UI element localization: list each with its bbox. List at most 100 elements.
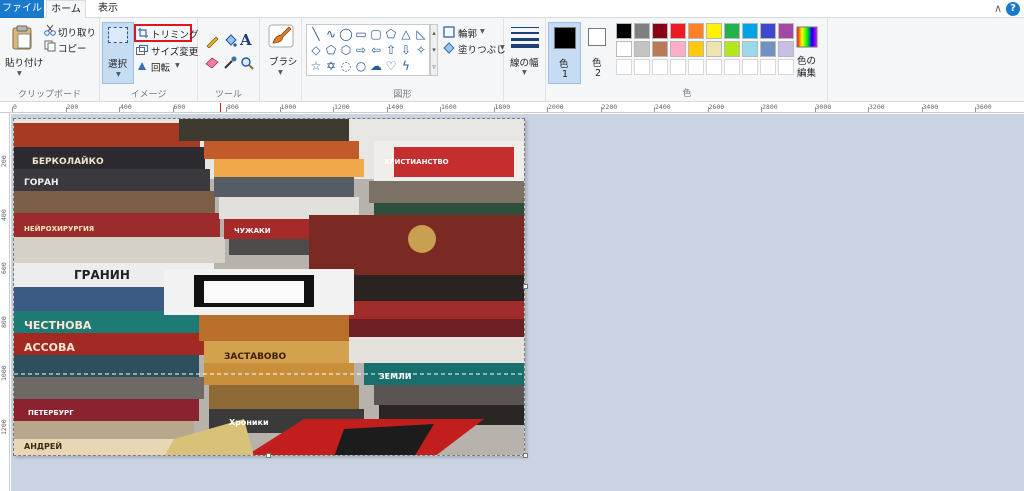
brush-button[interactable]: ブラシ: [269, 54, 297, 68]
custom-color-slot[interactable]: [706, 59, 722, 75]
palette-color-swatch[interactable]: [652, 41, 668, 57]
callout-cloud-shape-icon[interactable]: ☁: [369, 59, 383, 73]
canvas-resize-handle-bottom[interactable]: [266, 453, 271, 458]
select-button[interactable]: 選択 ▾: [102, 22, 134, 84]
polygon-shape-icon[interactable]: ⬠: [384, 27, 398, 41]
ruler-tick: [814, 107, 816, 112]
custom-color-slot[interactable]: [778, 59, 794, 75]
paste-dropdown-icon[interactable]: ▾: [17, 68, 22, 79]
outline-button[interactable]: 輪郭: [458, 26, 477, 40]
tab-home[interactable]: ホーム: [46, 0, 86, 19]
edit-colors-button[interactable]: 色の編集: [797, 56, 821, 80]
custom-color-slot[interactable]: [634, 59, 650, 75]
heart-shape-icon[interactable]: ♡: [384, 59, 398, 73]
rectangle-shape-icon[interactable]: ▭: [354, 27, 368, 41]
custom-color-slot[interactable]: [652, 59, 668, 75]
ruler-tick: [707, 107, 709, 112]
palette-color-swatch[interactable]: [634, 41, 650, 57]
triangle-shape-icon[interactable]: △: [399, 27, 413, 41]
help-icon[interactable]: ?: [1006, 2, 1020, 16]
down-arrow-shape-icon[interactable]: ⇩: [399, 43, 413, 57]
select-icon: [108, 27, 128, 43]
ruler-tick-label: 3200: [869, 103, 885, 111]
curve-shape-icon[interactable]: ∿: [324, 27, 338, 41]
right-triangle-shape-icon[interactable]: ◺: [414, 27, 428, 41]
tab-file[interactable]: ファイル: [0, 0, 44, 18]
rotate-button[interactable]: 回転: [151, 60, 170, 74]
hexagon-shape-icon[interactable]: ⬡: [339, 43, 353, 57]
color2-number: 2: [595, 68, 602, 79]
canvas-resize-handle-right[interactable]: [523, 284, 528, 289]
book-title: ПЕТЕРБУРГ: [28, 409, 74, 417]
cut-button[interactable]: 切り取り: [58, 25, 96, 39]
palette-color-swatch[interactable]: [688, 23, 704, 39]
right-arrow-shape-icon[interactable]: ⇨: [354, 43, 368, 57]
palette-color-swatch[interactable]: [652, 23, 668, 39]
tab-view[interactable]: 表示: [88, 0, 128, 18]
palette-color-swatch[interactable]: [742, 23, 758, 39]
palette-color-swatch[interactable]: [670, 23, 686, 39]
canvas-resize-handle[interactable]: [523, 453, 528, 458]
book-title: ЗАСТАВОВО: [224, 352, 286, 362]
paste-icon[interactable]: [10, 24, 34, 53]
text-tool-icon[interactable]: A: [240, 31, 252, 49]
outline-dropdown-icon[interactable]: ▾: [480, 26, 485, 37]
palette-color-swatch[interactable]: [724, 41, 740, 57]
line-width-icon[interactable]: [511, 26, 539, 51]
collapse-ribbon-icon[interactable]: ∧: [994, 2, 1002, 15]
palette-color-swatch[interactable]: [760, 41, 776, 57]
palette-color-swatch[interactable]: [760, 23, 776, 39]
palette-color-swatch[interactable]: [778, 23, 794, 39]
fill-button[interactable]: 塗りつぶし: [458, 42, 506, 56]
palette-color-swatch[interactable]: [616, 23, 632, 39]
left-arrow-shape-icon[interactable]: ⇦: [369, 43, 383, 57]
custom-color-slot[interactable]: [760, 59, 776, 75]
palette-color-swatch[interactable]: [742, 41, 758, 57]
line-width-dropdown-icon[interactable]: ▾: [522, 67, 527, 78]
color2-button[interactable]: 色 2: [583, 22, 613, 84]
resize-button[interactable]: サイズ変更: [151, 44, 198, 58]
paste-button[interactable]: 貼り付け: [5, 55, 43, 69]
pentagon-shape-icon[interactable]: ⬠: [324, 43, 338, 57]
custom-color-slot[interactable]: [742, 59, 758, 75]
star4-shape-icon[interactable]: ✧: [414, 43, 428, 57]
palette-color-swatch[interactable]: [706, 41, 722, 57]
up-arrow-shape-icon[interactable]: ⇧: [384, 43, 398, 57]
color-picker-icon[interactable]: [223, 56, 237, 73]
canvas-image[interactable]: БЕРКОЛАЙКО ГОРАН НЕЙРОХИРУРГИЯ ЧУЖАКИ ГР…: [13, 118, 525, 456]
ruler-tick-label: 2200: [601, 103, 618, 111]
palette-color-swatch[interactable]: [724, 23, 740, 39]
oval-shape-icon[interactable]: ◯: [339, 27, 353, 41]
magnifier-icon[interactable]: [240, 56, 254, 73]
callout-round-shape-icon[interactable]: ◌: [339, 59, 353, 73]
edit-colors-icon[interactable]: [796, 26, 818, 51]
rotate-dropdown-icon[interactable]: ▾: [175, 60, 180, 71]
star5-shape-icon[interactable]: ☆: [309, 59, 323, 73]
palette-color-swatch[interactable]: [634, 23, 650, 39]
copy-button[interactable]: コピー: [58, 41, 87, 55]
custom-color-slot[interactable]: [724, 59, 740, 75]
palette-color-swatch[interactable]: [670, 41, 686, 57]
eraser-icon[interactable]: [205, 56, 219, 71]
custom-color-slot[interactable]: [616, 59, 632, 75]
palette-color-swatch[interactable]: [688, 41, 704, 57]
diamond-shape-icon[interactable]: ◇: [309, 43, 323, 57]
lightning-shape-icon[interactable]: ϟ: [399, 59, 413, 73]
crop-button[interactable]: トリミング: [134, 24, 199, 42]
color1-button[interactable]: 色 1: [548, 22, 581, 84]
custom-color-slot[interactable]: [670, 59, 686, 75]
star6-shape-icon[interactable]: ✡: [324, 59, 338, 73]
shapes-scroll[interactable]: ▴ ▾ ▿: [430, 24, 438, 76]
palette-color-swatch[interactable]: [616, 41, 632, 57]
rounded-rect-shape-icon[interactable]: ▢: [369, 27, 383, 41]
brush-icon[interactable]: [268, 24, 294, 51]
fill-bucket-icon[interactable]: [223, 34, 237, 51]
callout-oval-shape-icon[interactable]: ○: [354, 59, 368, 73]
brush-dropdown-icon[interactable]: ▾: [278, 67, 283, 78]
pencil-icon[interactable]: [205, 34, 219, 51]
palette-color-swatch[interactable]: [706, 23, 722, 39]
custom-color-slot[interactable]: [688, 59, 704, 75]
palette-color-swatch[interactable]: [778, 41, 794, 57]
line-shape-icon[interactable]: ╲: [309, 27, 323, 41]
color1-label: 色: [559, 59, 569, 70]
